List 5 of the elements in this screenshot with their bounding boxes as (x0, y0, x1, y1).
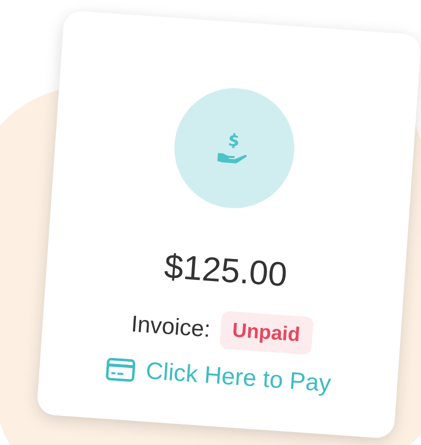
amount: $125.00 (162, 246, 289, 296)
invoice-label: Invoice: (130, 309, 212, 344)
status-badge: Unpaid (219, 310, 314, 355)
pay-link[interactable]: Click Here to Pay (104, 354, 332, 398)
credit-card-icon (105, 356, 137, 383)
